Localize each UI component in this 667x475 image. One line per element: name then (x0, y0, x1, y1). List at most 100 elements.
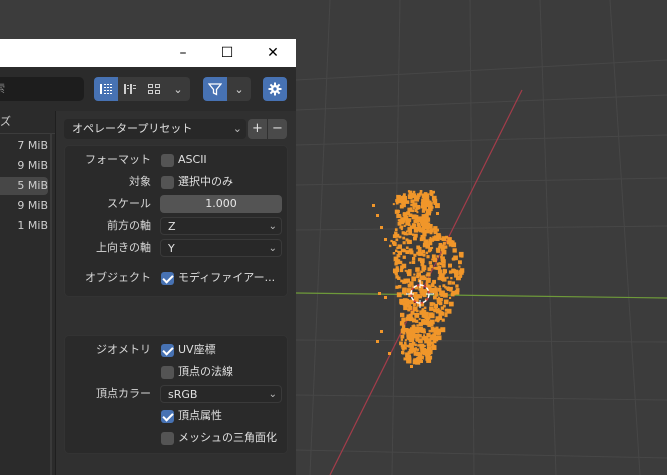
view-horizontal-list-button[interactable] (118, 77, 142, 101)
point (454, 270, 459, 276)
point (425, 351, 431, 357)
point (426, 255, 430, 259)
point (433, 235, 437, 238)
point (413, 352, 417, 356)
triangulate-checkbox[interactable] (161, 432, 174, 445)
point (414, 197, 419, 202)
format-ascii-checkbox[interactable] (161, 154, 174, 167)
point (442, 241, 446, 245)
filter-dropdown[interactable]: ⌄ (227, 77, 251, 101)
up-axis-label: 上向きの軸 (96, 241, 151, 254)
up-axis-select[interactable]: Y ⌄ (160, 239, 282, 257)
view-vertical-list-button[interactable] (94, 77, 118, 101)
point (405, 250, 410, 254)
point (423, 221, 428, 226)
minus-icon: − (272, 121, 283, 136)
point (440, 253, 443, 256)
point (441, 263, 446, 268)
point (426, 333, 431, 338)
close-button[interactable]: ✕ (250, 39, 296, 67)
display-mode-dropdown[interactable]: ⌄ (166, 77, 190, 101)
settings-button[interactable] (263, 77, 287, 101)
uv-coords-checkbox[interactable] (161, 344, 174, 357)
point (444, 314, 448, 318)
point (421, 291, 424, 294)
point (458, 265, 461, 268)
point (440, 258, 445, 263)
point (428, 312, 434, 317)
geometry-options-box: ジオメトリ UV座標 頂点の法線 頂点カラー sRGB ⌄ 頂点属性 メッシュの… (64, 335, 288, 454)
point (412, 207, 415, 210)
point (400, 334, 405, 339)
point (446, 276, 449, 279)
operator-preset-select[interactable]: オペレータープリセット ⌄ (64, 119, 246, 139)
funnel-icon (208, 83, 222, 96)
point (397, 250, 400, 253)
search-input[interactable]: 索 (0, 77, 84, 101)
point (401, 351, 405, 355)
point (411, 276, 417, 282)
vertex-attributes-text: 頂点属性 (178, 409, 222, 422)
minimize-button[interactable]: – (160, 39, 206, 67)
point (442, 268, 446, 272)
file-row-size[interactable]: 9 MiB (0, 157, 48, 175)
add-preset-button[interactable]: + (248, 119, 267, 139)
point (399, 226, 402, 229)
vertex-normals-text: 頂点の法線 (178, 365, 233, 378)
file-row-size[interactable]: 1 MiB (0, 217, 48, 235)
point (459, 270, 464, 275)
point (455, 284, 459, 288)
maximize-button[interactable]: ☐ (204, 39, 250, 67)
point (402, 212, 407, 217)
point (396, 194, 401, 200)
point (415, 294, 420, 299)
apply-modifiers-checkbox[interactable] (161, 272, 174, 285)
file-row-size[interactable]: 7 MiB (0, 137, 48, 155)
file-row-size-selected[interactable]: 5 MiB (0, 177, 48, 195)
point (402, 241, 406, 245)
vertex-color-select[interactable]: sRGB ⌄ (160, 385, 282, 403)
point (427, 338, 432, 342)
point (414, 343, 417, 347)
remove-preset-button[interactable]: − (268, 119, 287, 139)
point (425, 312, 429, 316)
filter-button[interactable] (203, 77, 227, 101)
scale-field[interactable]: 1.000 (160, 195, 282, 213)
point (395, 201, 399, 205)
point (408, 223, 411, 227)
size-column-header[interactable]: ズ (0, 111, 55, 134)
display-mode-group: ⌄ (94, 77, 190, 101)
point (384, 238, 387, 241)
vertex-normals-checkbox[interactable] (161, 366, 174, 379)
point (400, 338, 403, 341)
point (447, 286, 450, 289)
point (399, 260, 403, 265)
geometry-label: ジオメトリ (96, 343, 151, 356)
point (443, 292, 448, 298)
point (415, 319, 419, 323)
point (430, 341, 434, 345)
point (405, 200, 410, 204)
point (422, 352, 426, 355)
point (427, 323, 431, 327)
point (420, 270, 423, 273)
vertex-attributes-checkbox[interactable] (161, 410, 174, 423)
point (413, 358, 416, 361)
file-row-size[interactable]: 9 MiB (0, 197, 48, 215)
forward-axis-select[interactable]: Z ⌄ (160, 217, 282, 235)
point (406, 240, 410, 245)
point (409, 261, 412, 264)
settings-group (263, 77, 287, 101)
point (420, 258, 425, 263)
format-ascii-text: ASCII (178, 153, 207, 166)
point (433, 230, 438, 235)
view-thumbnails-button[interactable] (142, 77, 166, 101)
point (434, 285, 437, 288)
selected-only-checkbox[interactable] (161, 176, 174, 189)
point (426, 227, 430, 230)
point (436, 262, 440, 266)
point (429, 250, 432, 253)
point (402, 302, 406, 306)
uv-coords-text: UV座標 (178, 343, 216, 356)
point (416, 211, 419, 214)
